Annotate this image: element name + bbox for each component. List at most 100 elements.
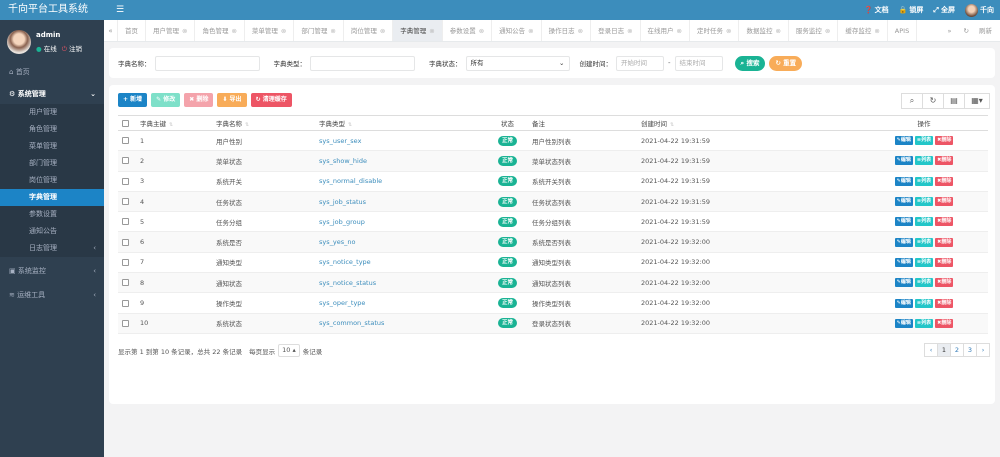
sidebar-item-depts[interactable]: 部门管理 (0, 155, 104, 172)
close-icon[interactable]: ⊗ (825, 27, 830, 35)
page-3[interactable]: 3 (963, 343, 977, 357)
logout-link[interactable]: ⏻ 注销 (62, 43, 82, 54)
user-menu[interactable]: 千向 (965, 3, 994, 17)
tab-users[interactable]: 用户管理 ⊗ (146, 20, 196, 41)
dict-type-link[interactable]: sys_yes_no (319, 238, 355, 246)
close-icon[interactable]: ⊗ (429, 27, 434, 35)
table-row[interactable]: 9 操作类型 sys_oper_type 正常 操作类型列表 2021-04-22 19:… (118, 292, 988, 314)
dict-type-link[interactable]: sys_show_hide (319, 157, 367, 165)
row-delete-button[interactable]: ✖删除 (935, 318, 954, 328)
row-delete-button[interactable]: ✖删除 (935, 217, 954, 227)
column-header[interactable]: 字典类型 ⇅ (315, 115, 487, 131)
reset-button[interactable]: ↻ 重置 (769, 55, 803, 71)
close-icon[interactable]: ⊗ (775, 27, 780, 35)
row-delete-button[interactable]: ✖删除 (935, 156, 954, 166)
sidebar-item-logs[interactable]: 日志管理 ‹ (0, 240, 104, 257)
tab-menus[interactable]: 菜单管理 ⊗ (245, 20, 295, 41)
select-all-checkbox[interactable] (122, 119, 129, 127)
close-icon[interactable]: ⊗ (479, 27, 484, 35)
row-list-button[interactable]: ≡列表 (914, 136, 934, 146)
row-edit-button[interactable]: ✎编辑 (894, 217, 913, 227)
page-next[interactable]: › (976, 343, 990, 357)
close-icon[interactable]: ⊗ (231, 27, 236, 35)
row-select-cell[interactable] (118, 292, 136, 314)
tab-roles[interactable]: 角色管理 ⊗ (195, 20, 245, 41)
fullscreen-link[interactable]: ⤢ 全屏 (933, 5, 955, 15)
sidebar-group-system[interactable]: ⚙ 系统管理 ⌄ (0, 84, 104, 104)
tab-cache[interactable]: 缓存监控 ⊗ (838, 20, 888, 41)
row-list-button[interactable]: ≡列表 (914, 278, 934, 288)
tab-home[interactable]: 首页 (118, 20, 146, 41)
page-2[interactable]: 2 (950, 343, 964, 357)
tab-dict[interactable]: 字典管理 ⊗ (393, 20, 443, 41)
search-button[interactable]: ⌕ 搜索 (734, 55, 766, 71)
docs-link[interactable]: ❓ 文档 (864, 5, 889, 15)
sidebar-item-home[interactable]: ⌂ 首页 (0, 60, 104, 84)
edit-button[interactable]: ✎ 修改 (151, 93, 181, 107)
row-delete-button[interactable]: ✖删除 (935, 237, 954, 247)
row-delete-button[interactable]: ✖删除 (935, 257, 954, 267)
toggle-view-icon[interactable]: ▤ (943, 93, 965, 109)
end-time-input[interactable]: 结束时间 (674, 55, 723, 71)
table-row[interactable]: 1 用户性别 sys_user_sex 正常 用户性别列表 2021-04-22 19:3… (118, 130, 988, 152)
dict-type-link[interactable]: sys_oper_type (319, 299, 365, 307)
row-edit-button[interactable]: ✎编辑 (894, 156, 913, 166)
table-row[interactable]: 2 菜单状态 sys_show_hide 正常 菜单状态列表 2021-04-22 19:… (118, 150, 988, 172)
dict-name-input[interactable] (154, 55, 260, 71)
row-checkbox[interactable] (122, 137, 129, 145)
tabs-scroll-left-icon[interactable]: « (104, 20, 118, 41)
row-edit-button[interactable]: ✎编辑 (894, 176, 913, 186)
row-checkbox[interactable] (122, 299, 129, 307)
row-select-cell[interactable] (118, 313, 136, 334)
menu-toggle-icon[interactable]: ☰ (116, 0, 124, 20)
dict-type-link[interactable]: sys_job_group (319, 218, 365, 226)
row-select-cell[interactable] (118, 231, 136, 253)
row-checkbox[interactable] (122, 258, 129, 266)
row-list-button[interactable]: ≡列表 (914, 197, 934, 207)
sidebar-group-monitor[interactable]: ▣ 系统监控 ‹ (0, 261, 104, 281)
row-checkbox[interactable] (122, 238, 129, 246)
export-button[interactable]: ⬇ 导出 (217, 93, 247, 107)
row-edit-button[interactable]: ✎编辑 (894, 318, 913, 328)
close-icon[interactable]: ⊗ (528, 27, 533, 35)
lock-screen-link[interactable]: 🔒 锁屏 (899, 5, 924, 15)
row-select-cell[interactable] (118, 272, 136, 294)
row-select-cell[interactable] (118, 130, 136, 152)
tab-server[interactable]: 服务监控 ⊗ (789, 20, 839, 41)
row-edit-button[interactable]: ✎编辑 (894, 257, 913, 267)
close-icon[interactable]: ⊗ (281, 27, 286, 35)
select-all-cell[interactable] (118, 115, 136, 131)
sidebar-item-posts[interactable]: 岗位管理 (0, 172, 104, 189)
row-select-cell[interactable] (118, 211, 136, 233)
row-list-button[interactable]: ≡列表 (914, 257, 934, 267)
tab-posts[interactable]: 岗位管理 ⊗ (344, 20, 394, 41)
avatar[interactable] (7, 30, 31, 54)
row-checkbox[interactable] (122, 177, 129, 185)
row-checkbox[interactable] (122, 198, 129, 206)
column-header[interactable]: 字典主键 ⇅ (136, 115, 212, 131)
row-edit-button[interactable]: ✎编辑 (894, 197, 913, 207)
row-list-button[interactable]: ≡列表 (914, 176, 934, 186)
page-1[interactable]: 1 (937, 343, 951, 357)
row-list-button[interactable]: ≡列表 (914, 156, 934, 166)
dict-type-link[interactable]: sys_notice_type (319, 258, 371, 266)
row-checkbox[interactable] (122, 157, 129, 165)
row-select-cell[interactable] (118, 252, 136, 274)
sidebar-item-users[interactable]: 用户管理 (0, 104, 104, 121)
tab-apis[interactable]: APIS (888, 20, 918, 41)
tab-online[interactable]: 在线用户 ⊗ (641, 20, 690, 41)
row-list-button[interactable]: ≡列表 (914, 217, 934, 227)
table-row[interactable]: 3 系统开关 sys_normal_disable 正常 系统开关列表 2021-04-2… (118, 171, 988, 192)
row-checkbox[interactable] (122, 279, 129, 287)
close-icon[interactable]: ⊗ (182, 27, 187, 35)
close-icon[interactable]: ⊗ (578, 27, 583, 35)
delete-button[interactable]: ✖ 删除 (184, 93, 214, 107)
close-icon[interactable]: ⊗ (677, 27, 682, 35)
refresh-icon[interactable]: ↻ (922, 93, 944, 109)
sidebar-item-notice[interactable]: 通知公告 (0, 223, 104, 240)
tab-operlog[interactable]: 操作日志 ⊗ (542, 20, 592, 41)
columns-icon[interactable]: ▦▾ (964, 93, 990, 109)
row-checkbox[interactable] (122, 218, 129, 226)
row-delete-button[interactable]: ✖删除 (935, 278, 954, 288)
row-delete-button[interactable]: ✖删除 (935, 136, 954, 146)
